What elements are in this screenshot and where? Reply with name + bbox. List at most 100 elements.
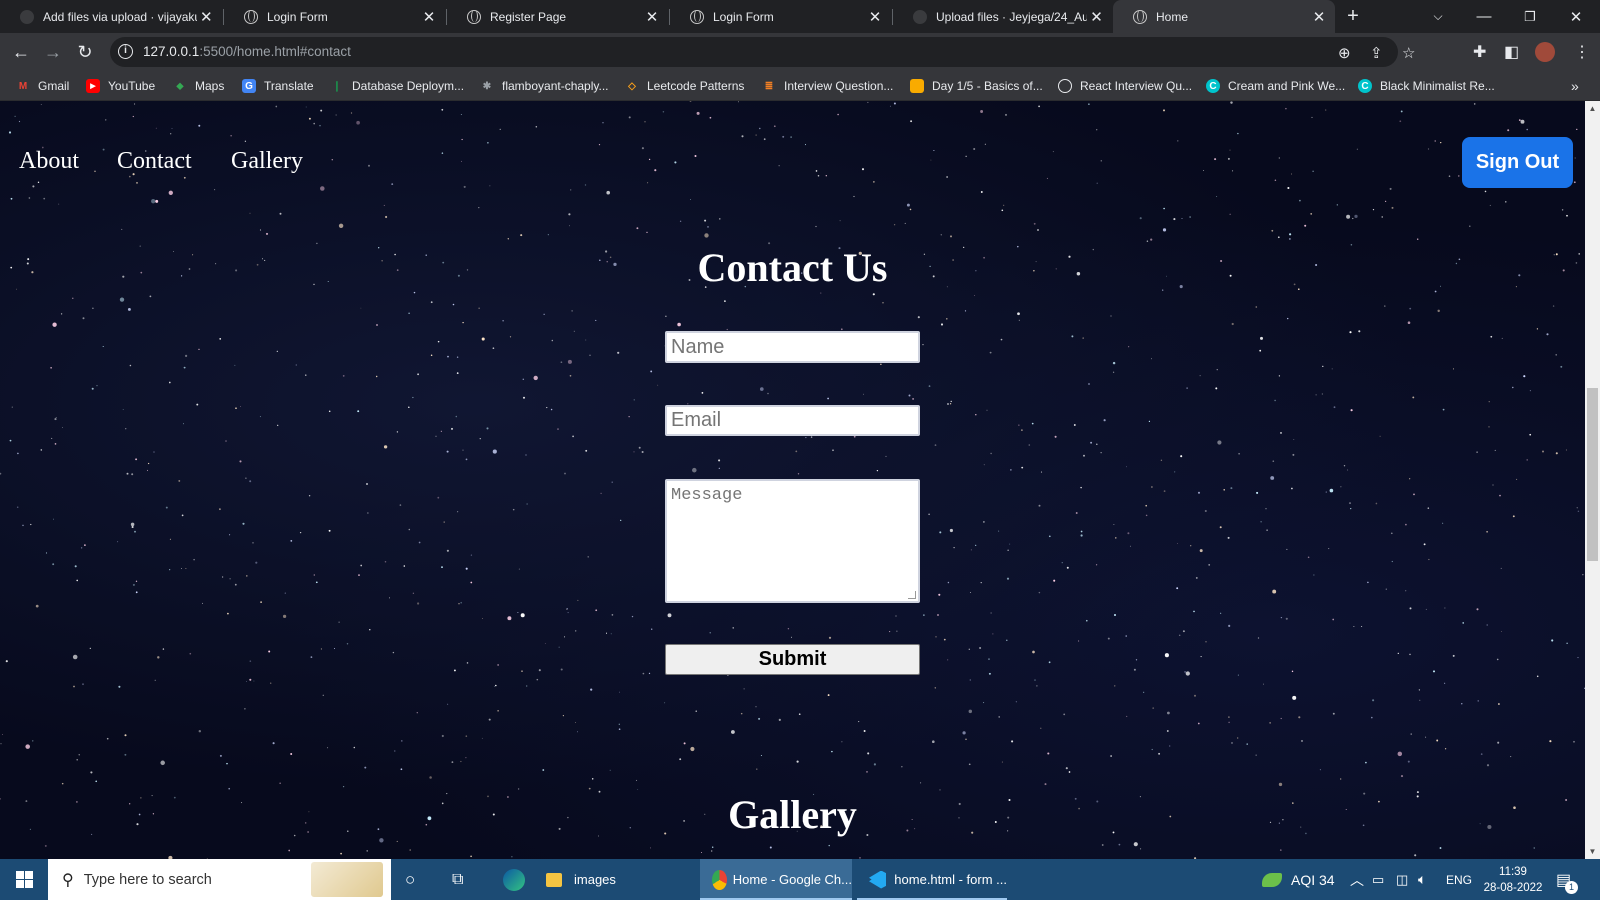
taskbar-app-label: images — [574, 872, 616, 887]
browser-tab[interactable]: Login Form ✕ — [670, 0, 891, 33]
bookmark-maps[interactable]: ⬥ Maps — [173, 71, 225, 101]
bookmark-day1[interactable]: Day 1/5 - Basics of... — [910, 71, 1043, 101]
bookmark-interview[interactable]: ≣ Interview Question... — [762, 71, 894, 101]
close-icon[interactable]: ✕ — [419, 8, 439, 26]
bookmark-label: Database Deploym... — [352, 79, 465, 93]
edge-icon[interactable] — [503, 859, 525, 900]
browser-tab-strip: Add files via upload · vijayaku ✕ Login … — [0, 0, 1600, 33]
name-placeholder: Name — [671, 335, 725, 358]
new-tab-button[interactable]: + — [1330, 0, 1376, 33]
browser-tab[interactable]: Add files via upload · vijayaku ✕ — [0, 0, 222, 33]
bookmark-translate[interactable]: G Translate — [242, 71, 314, 101]
email-field[interactable]: Email — [665, 405, 920, 436]
minimize-icon[interactable]: — — [1461, 0, 1507, 33]
tray-overflow-icon[interactable]: ︿ — [1350, 859, 1364, 900]
taskbar-app-vscode[interactable]: home.html - form ... — [857, 859, 1007, 900]
restore-icon[interactable]: ❐ — [1507, 0, 1553, 33]
name-field[interactable]: Name — [665, 331, 920, 363]
scroll-up-icon[interactable]: ▲ — [1585, 101, 1600, 116]
sign-out-button[interactable]: Sign Out — [1462, 137, 1573, 188]
bookmark-label: Maps — [195, 79, 225, 93]
extensions-icon[interactable]: ✚ — [1473, 42, 1486, 62]
close-icon[interactable]: ✕ — [1309, 8, 1329, 26]
zoom-icon[interactable]: ⊕ — [1338, 44, 1351, 62]
close-icon[interactable]: ✕ — [642, 8, 662, 26]
side-panel-icon[interactable]: ◧ — [1504, 42, 1519, 62]
close-window-icon[interactable]: ✕ — [1553, 0, 1599, 33]
bookmark-label: Interview Question... — [784, 79, 894, 93]
chrome-icon — [712, 869, 727, 890]
nav-link-gallery[interactable]: Gallery — [231, 148, 303, 175]
tab-title: Login Form — [713, 9, 774, 24]
bookmark-label: Black Minimalist Re... — [1380, 79, 1495, 93]
battery-icon[interactable]: ▭ — [1372, 859, 1384, 900]
tab-title: Login Form — [267, 9, 328, 24]
maps-icon: ⬥ — [176, 80, 184, 92]
reload-icon[interactable]: ↻ — [72, 39, 98, 65]
scroll-down-icon[interactable]: ▼ — [1585, 844, 1600, 859]
share-icon[interactable]: ⇪ — [1370, 44, 1383, 62]
message-field[interactable]: Message — [665, 479, 920, 603]
close-icon[interactable]: ✕ — [197, 8, 216, 26]
resize-handle-icon[interactable] — [908, 591, 916, 599]
bookmark-flamboyant[interactable]: ✱ flamboyant-chaply... — [480, 71, 609, 101]
leetcode-icon: ◇ — [628, 80, 636, 92]
bookmark-database[interactable]: ❘ Database Deploym... — [330, 71, 464, 101]
email-placeholder: Email — [671, 409, 722, 431]
bookmark-label: Cream and Pink We... — [1228, 79, 1346, 93]
bookmark-black-minimalist[interactable]: C Black Minimalist Re... — [1358, 71, 1495, 101]
cortana-icon[interactable]: ○ — [405, 859, 415, 900]
vscode-icon — [869, 870, 887, 889]
gallery-heading: Gallery — [728, 792, 857, 837]
notification-icon[interactable]: ▤ 1 — [1556, 859, 1578, 900]
forward-icon[interactable]: → — [40, 39, 66, 65]
info-icon[interactable]: i — [118, 44, 133, 59]
bookmark-label: React Interview Qu... — [1080, 79, 1193, 93]
browser-tab[interactable]: Upload files · Jeyjega/24_Aug ✕ — [893, 0, 1112, 33]
taskbar-app-label: Home - Google Ch... — [732, 872, 852, 887]
browser-tab[interactable]: Register Page ✕ — [447, 0, 668, 33]
bookmark-cream-pink[interactable]: C Cream and Pink We... — [1206, 71, 1345, 101]
submit-button[interactable]: Submit — [665, 644, 920, 675]
message-placeholder: Message — [671, 486, 743, 505]
tab-search-icon[interactable]: ⌵ — [1415, 0, 1461, 33]
language-indicator[interactable]: ENG — [1446, 859, 1472, 900]
bookmark-label: Translate — [264, 79, 314, 93]
bookmark-gmail[interactable]: M Gmail — [16, 71, 70, 101]
address-bar[interactable]: i 127.0.0.1:5500/home.html#contact ⊕ ⇪ ☆ — [110, 37, 1415, 67]
globe-icon — [690, 9, 704, 24]
gmail-icon: M — [18, 80, 28, 92]
bookmark-react[interactable]: React Interview Qu... — [1058, 71, 1192, 101]
browser-tab-active[interactable]: Home ✕ — [1113, 0, 1335, 33]
url-text[interactable]: 127.0.0.1:5500/home.html#contact — [143, 44, 351, 59]
clock[interactable]: 11:39 28-08-2022 — [1482, 859, 1544, 900]
close-icon[interactable]: ✕ — [865, 8, 885, 26]
github-icon — [20, 9, 34, 24]
menu-kebab-icon[interactable]: ⋮ — [1574, 42, 1590, 62]
taskbar-app-label: home.html - form ... — [894, 872, 1007, 887]
volume-icon[interactable]: 🔈︎ — [1418, 859, 1426, 900]
globe-icon — [244, 9, 258, 24]
back-icon[interactable]: ← — [8, 39, 34, 65]
aqi-widget[interactable]: AQI 34 — [1262, 859, 1335, 900]
taskbar-search-input[interactable]: ⚲ Type here to search — [48, 859, 391, 900]
bookmark-leetcode[interactable]: ◇ Leetcode Patterns — [625, 71, 744, 101]
network-icon[interactable]: ◫ — [1396, 859, 1408, 900]
url-path: :5500/home.html#contact — [199, 44, 351, 59]
tab-title: Register Page — [490, 9, 567, 24]
close-icon[interactable]: ✕ — [1087, 8, 1106, 26]
bookmark-star-icon[interactable]: ☆ — [1402, 44, 1415, 62]
taskbar-app-chrome[interactable]: Home - Google Ch... — [700, 859, 852, 900]
profile-avatar[interactable] — [1535, 42, 1555, 62]
bookmark-youtube[interactable]: ▶ YouTube — [86, 71, 155, 101]
url-host: 127.0.0.1 — [143, 44, 200, 59]
taskbar-app-images[interactable]: images — [546, 859, 686, 900]
windows-start-icon[interactable] — [0, 859, 48, 900]
scrollbar-thumb[interactable] — [1587, 388, 1598, 561]
page-scrollbar[interactable]: ▲ ▼ — [1585, 101, 1600, 859]
browser-tab[interactable]: Login Form ✕ — [224, 0, 445, 33]
nav-link-contact[interactable]: Contact — [117, 148, 192, 175]
task-view-icon[interactable]: ⧉ — [452, 859, 463, 900]
bookmarks-overflow-icon[interactable]: » — [1571, 71, 1579, 101]
nav-link-about[interactable]: About — [19, 148, 79, 175]
